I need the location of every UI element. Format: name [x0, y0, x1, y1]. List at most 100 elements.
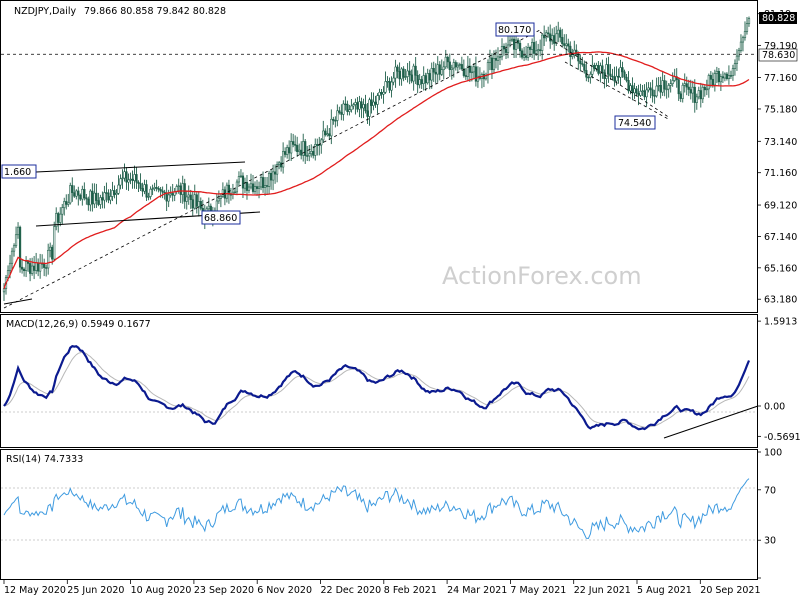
candle-body [541, 34, 544, 51]
candle-body [464, 75, 467, 77]
candle-body [195, 194, 198, 207]
macd-label: MACD(12,26,9) 0.5949 0.1677 [6, 319, 151, 330]
candle-body [280, 162, 283, 168]
candle-body [87, 198, 90, 206]
candle-body [454, 62, 457, 68]
candle-body [378, 92, 381, 96]
candle-body [450, 67, 453, 70]
candle-body [637, 92, 640, 96]
candle-body [587, 76, 590, 79]
candle-body [149, 188, 152, 197]
candle-body [388, 81, 391, 91]
candle-body [340, 112, 343, 115]
candle-body [615, 75, 618, 82]
candle-body [328, 133, 331, 137]
candle-body [332, 118, 335, 121]
candle-body [288, 147, 291, 154]
candle-body [372, 101, 375, 106]
candle-body [691, 86, 694, 94]
candle-body [641, 90, 644, 92]
candle-body [324, 130, 327, 136]
candle-body [308, 153, 311, 157]
candle-body [705, 88, 708, 91]
candle-body [440, 69, 443, 75]
candle-body [101, 197, 104, 201]
candle-body [695, 96, 698, 103]
candle-body [472, 66, 475, 73]
candle-body [151, 188, 154, 190]
candle-body [352, 104, 355, 107]
candle-body [29, 263, 32, 274]
candle-body [233, 191, 237, 194]
candle-body [597, 65, 600, 74]
candle-body [239, 175, 243, 178]
candle-body [207, 205, 210, 210]
candle-body [651, 89, 654, 96]
candle-body [613, 76, 616, 82]
candle-body [350, 105, 353, 111]
level-tag: 78.630 [758, 48, 798, 62]
price-tick-label: 77.160 [764, 73, 797, 84]
candle-body [338, 110, 341, 113]
candle-body [163, 191, 166, 194]
candle-body [107, 192, 110, 201]
candle-body [739, 41, 743, 51]
date-tick-label: 23 Sep 2020 [194, 585, 254, 596]
candle-body [488, 57, 492, 63]
candle-body [535, 50, 538, 54]
candle-body [422, 75, 425, 84]
price-header-ohlc: 79.866 80.858 79.842 80.828 [84, 6, 226, 17]
candle-body [253, 186, 257, 192]
candle-body [69, 185, 72, 204]
candle-body [360, 101, 363, 109]
candle-body [14, 234, 18, 247]
candle-body [571, 54, 574, 57]
candle-body [237, 176, 241, 183]
price-tick-label: 67.140 [764, 232, 797, 243]
candle-body [667, 85, 670, 90]
candle-body [414, 65, 417, 76]
candle-body [533, 42, 536, 54]
candle-body [334, 120, 337, 122]
candle-body [22, 268, 26, 271]
candle-body [635, 88, 638, 94]
candle-body [502, 45, 506, 50]
candle-body [125, 171, 128, 183]
candle-body [512, 38, 516, 50]
last-price-tag: 80.828 [759, 12, 797, 24]
candle-body [227, 184, 231, 195]
candle-body [396, 66, 399, 72]
candle-body [33, 265, 36, 271]
candle-body [496, 56, 500, 61]
candle-body [649, 87, 652, 91]
annotation-label: 80.170 [498, 25, 531, 36]
candle-body [565, 43, 568, 46]
candle-body [428, 73, 431, 81]
candle-body [8, 262, 12, 271]
date-tick-label: 22 Dec 2020 [321, 585, 382, 596]
candle-body [312, 151, 315, 156]
candle-body [111, 190, 114, 197]
candle-body [99, 197, 102, 205]
candle-body [370, 99, 373, 106]
candle-body [446, 56, 449, 63]
date-tick-label: 20 Sep 2021 [700, 585, 760, 596]
candle-body [247, 186, 251, 191]
candle-body [16, 226, 20, 236]
candle-body [109, 196, 112, 201]
candle-body [310, 151, 313, 155]
candle-body [103, 192, 106, 201]
candle-body [402, 68, 405, 78]
candle-body [91, 190, 94, 205]
price-tick-label: 73.140 [764, 137, 797, 148]
annotation-1660: 1.660 [1, 164, 37, 179]
candle-body [527, 46, 530, 58]
date-tick-label: 10 Aug 2020 [131, 585, 192, 596]
candle-body [687, 86, 690, 90]
candle-body [629, 85, 632, 92]
candle-body [155, 187, 158, 189]
candle-body [529, 46, 532, 50]
candle-body [384, 81, 387, 93]
candle-body [169, 193, 172, 196]
candle-body [67, 202, 70, 205]
